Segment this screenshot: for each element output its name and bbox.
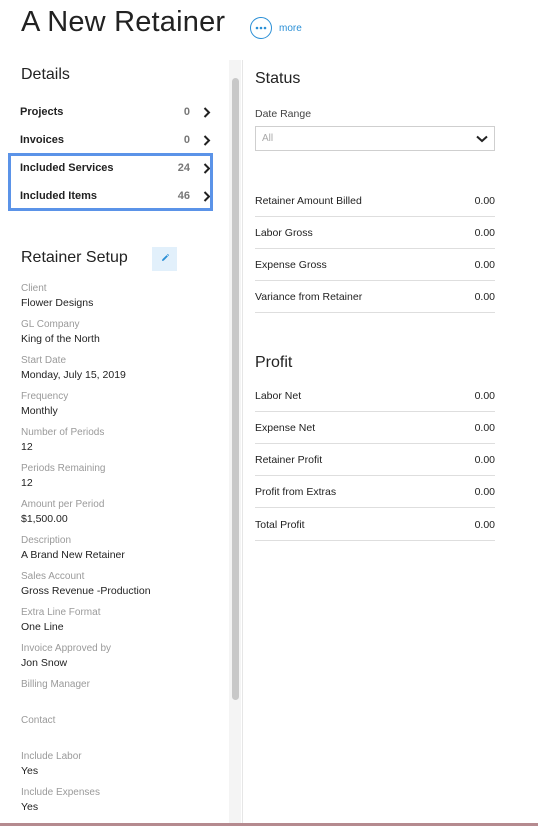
- field-value-gl-company: King of the North: [21, 333, 100, 345]
- details-heading: Details: [21, 66, 70, 83]
- details-item-projects[interactable]: Projects 0: [20, 101, 212, 123]
- field-label-billing-manager: Billing Manager: [21, 679, 90, 690]
- more-dots-icon: [250, 17, 272, 39]
- field-value-invoice-approved-by: Jon Snow: [21, 657, 68, 669]
- metric-value: 0.00: [474, 290, 495, 303]
- metric-profit-from-extras: Profit from Extras 0.00: [255, 476, 495, 508]
- edit-button[interactable]: [152, 247, 177, 271]
- field-label-amount-per-period: Amount per Period: [21, 499, 105, 510]
- chevron-right-icon: [202, 162, 212, 174]
- details-item-label: Included Items: [20, 190, 98, 202]
- metric-value: 0.00: [474, 485, 495, 498]
- column-divider: [242, 60, 243, 826]
- metric-value: 0.00: [474, 518, 495, 531]
- date-range-select[interactable]: All: [255, 126, 495, 151]
- date-range-label: Date Range: [255, 108, 312, 120]
- metric-value: 0.00: [474, 389, 495, 402]
- field-label-periods-remaining: Periods Remaining: [21, 463, 106, 474]
- chevron-down-icon: [476, 130, 488, 148]
- metric-value: 0.00: [474, 421, 495, 434]
- more-button[interactable]: more: [250, 15, 302, 41]
- metric-value: 0.00: [474, 258, 495, 271]
- field-label-extra-line-format: Extra Line Format: [21, 607, 101, 618]
- field-value-start-date: Monday, July 15, 2019: [21, 369, 126, 381]
- field-value-include-labor: Yes: [21, 765, 39, 777]
- chevron-right-icon: [202, 190, 212, 202]
- metric-label: Variance from Retainer: [255, 290, 363, 303]
- metric-variance-from-retainer: Variance from Retainer 0.00: [255, 281, 495, 313]
- metric-label: Labor Net: [255, 389, 302, 402]
- metric-value: 0.00: [474, 194, 495, 207]
- field-label-number-of-periods: Number of Periods: [21, 427, 105, 438]
- metric-value: 0.00: [474, 226, 495, 239]
- field-label-start-date: Start Date: [21, 355, 67, 366]
- details-item-count: 24: [177, 162, 190, 174]
- details-item-count: 0: [183, 106, 190, 118]
- field-label-gl-company: GL Company: [21, 319, 80, 330]
- details-item-count: 0: [183, 134, 190, 146]
- metric-expense-gross: Expense Gross 0.00: [255, 249, 495, 281]
- field-value-sales-account: Gross Revenue -Production: [21, 585, 151, 597]
- field-value-number-of-periods: 12: [21, 441, 33, 453]
- details-item-label: Included Services: [20, 162, 114, 174]
- field-label-contact: Contact: [21, 715, 56, 726]
- field-value-client: Flower Designs: [21, 297, 94, 309]
- details-item-label: Projects: [20, 106, 64, 118]
- metric-labor-net: Labor Net 0.00: [255, 380, 495, 412]
- status-heading: Status: [255, 70, 301, 87]
- metric-value: 0.00: [474, 453, 495, 466]
- field-label-include-expenses: Include Expenses: [21, 787, 100, 798]
- date-range-value: All: [262, 133, 274, 144]
- metric-retainer-amount-billed: Retainer Amount Billed 0.00: [255, 185, 495, 217]
- details-item-count: 46: [177, 190, 190, 202]
- details-item-included-items[interactable]: Included Items 46: [20, 185, 212, 207]
- left-panel: Details Projects 0 Invoices 0 Included S…: [0, 60, 228, 826]
- field-label-frequency: Frequency: [21, 391, 69, 402]
- metric-label: Labor Gross: [255, 226, 313, 239]
- field-value-frequency: Monthly: [21, 405, 58, 417]
- more-label: more: [279, 22, 302, 34]
- details-item-label: Invoices: [20, 134, 65, 146]
- scrollbar-thumb[interactable]: [232, 78, 239, 700]
- metric-retainer-profit: Retainer Profit 0.00: [255, 444, 495, 476]
- field-label-sales-account: Sales Account: [21, 571, 85, 582]
- field-value-amount-per-period: $1,500.00: [21, 513, 68, 525]
- details-item-included-services[interactable]: Included Services 24: [20, 157, 212, 179]
- metric-expense-net: Expense Net 0.00: [255, 412, 495, 444]
- page-title: A New Retainer: [21, 6, 226, 38]
- metric-label: Retainer Amount Billed: [255, 194, 362, 207]
- field-label-client: Client: [21, 283, 47, 294]
- profit-heading: Profit: [255, 354, 293, 371]
- metric-total-profit: Total Profit 0.00: [255, 509, 495, 541]
- metric-labor-gross: Labor Gross 0.00: [255, 217, 495, 249]
- metric-label: Expense Net: [255, 421, 316, 434]
- field-label-include-labor: Include Labor: [21, 751, 82, 762]
- details-item-invoices[interactable]: Invoices 0: [20, 129, 212, 151]
- retainer-setup-heading: Retainer Setup: [21, 249, 128, 266]
- field-value-description: A Brand New Retainer: [21, 549, 125, 561]
- field-label-description: Description: [21, 535, 72, 546]
- field-value-periods-remaining: 12: [21, 477, 33, 489]
- metric-label: Retainer Profit: [255, 453, 323, 466]
- field-value-include-expenses: Yes: [21, 801, 39, 813]
- metric-label: Profit from Extras: [255, 485, 337, 498]
- chevron-right-icon: [202, 134, 212, 146]
- metric-label: Total Profit: [255, 518, 305, 531]
- field-value-extra-line-format: One Line: [21, 621, 64, 633]
- pencil-icon: [160, 250, 170, 268]
- chevron-right-icon: [202, 106, 212, 118]
- metric-label: Expense Gross: [255, 258, 327, 271]
- field-label-invoice-approved-by: Invoice Approved by: [21, 643, 112, 654]
